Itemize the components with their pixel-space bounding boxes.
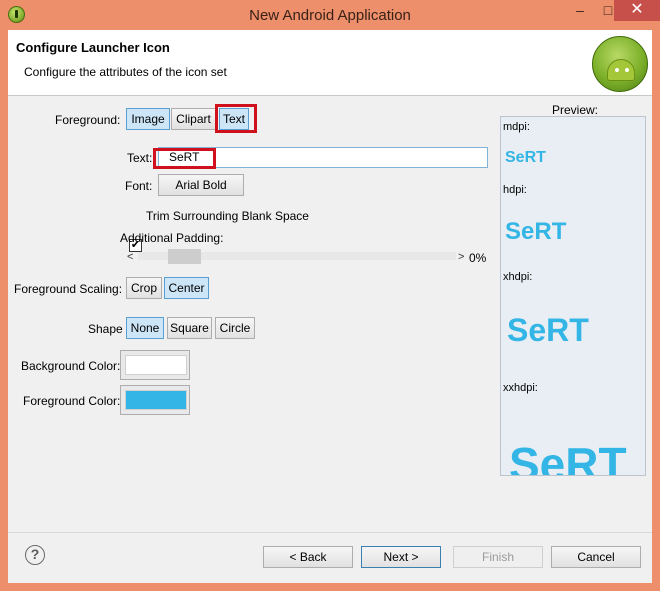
- scaling-center-button[interactable]: Center: [164, 277, 209, 299]
- preview-xhdpi-label: xhdpi:: [503, 271, 533, 283]
- foreground-image-button[interactable]: Image: [126, 108, 170, 130]
- android-eye-icon: [615, 68, 619, 72]
- preview-label: Preview:: [552, 103, 599, 117]
- font-button[interactable]: Arial Bold: [158, 174, 244, 196]
- footer-divider: [8, 532, 652, 533]
- shape-circle-button[interactable]: Circle: [215, 317, 255, 339]
- slider-left-arrow-icon[interactable]: <: [127, 251, 133, 263]
- next-button[interactable]: Next >: [361, 546, 441, 568]
- dialog-client-area: Configure Launcher Icon Configure the at…: [8, 30, 652, 583]
- background-color-swatch: [125, 355, 187, 375]
- preview-xxhdpi-text: SeRT: [509, 438, 627, 476]
- help-icon[interactable]: ?: [25, 545, 45, 565]
- scaling-label: Foreground Scaling:: [14, 282, 123, 296]
- background-color-button[interactable]: [120, 350, 190, 380]
- android-eye-icon: [625, 68, 629, 72]
- preview-xxhdpi-label: xxhdpi:: [503, 382, 538, 394]
- preview-xhdpi-text: SeRT: [507, 312, 589, 348]
- cancel-button[interactable]: Cancel: [551, 546, 641, 568]
- back-button[interactable]: < Back: [263, 546, 353, 568]
- trim-label: Trim Surrounding Blank Space: [146, 209, 309, 223]
- close-button[interactable]: ✕: [614, 0, 660, 21]
- highlight-box: [215, 104, 257, 133]
- foreground-color-swatch: [125, 390, 187, 410]
- page-title: Configure Launcher Icon: [16, 40, 170, 55]
- highlight-box: [153, 148, 216, 169]
- foreground-color-label: Foreground Color:: [23, 394, 121, 408]
- preview-mdpi-label: mdpi:: [503, 121, 530, 133]
- scaling-crop-button[interactable]: Crop: [126, 277, 162, 299]
- foreground-clipart-button[interactable]: Clipart: [171, 108, 216, 130]
- foreground-label: Foreground:: [55, 113, 121, 127]
- shape-square-button[interactable]: Square: [167, 317, 212, 339]
- finish-button: Finish: [453, 546, 543, 568]
- wizard-header: Configure Launcher Icon Configure the at…: [8, 30, 652, 96]
- shape-label: Shape: [88, 322, 123, 336]
- padding-label: Additional Padding:: [120, 231, 224, 245]
- foreground-color-button[interactable]: [120, 385, 190, 415]
- slider-right-arrow-icon[interactable]: >: [458, 251, 464, 263]
- title-bar[interactable]: New Android Application – □ ✕: [0, 0, 660, 30]
- dialog-window: New Android Application – □ ✕ Configure …: [0, 0, 660, 591]
- background-color-label: Background Color:: [21, 359, 121, 373]
- padding-value: 0%: [469, 251, 487, 265]
- font-label: Font:: [125, 179, 153, 193]
- window-title: New Android Application: [249, 7, 411, 24]
- android-logo-icon: [592, 36, 648, 92]
- text-label: Text:: [127, 151, 153, 165]
- preview-hdpi-text: SeRT: [505, 218, 567, 245]
- preview-mdpi-text: SeRT: [505, 149, 546, 166]
- minimize-button[interactable]: –: [566, 0, 594, 21]
- shape-none-button[interactable]: None: [126, 317, 164, 339]
- page-subtitle: Configure the attributes of the icon set: [24, 65, 227, 79]
- preview-panel: mdpi: SeRT hdpi: SeRT xhdpi: SeRT xxhdpi…: [500, 116, 646, 476]
- android-head-icon: [607, 59, 635, 81]
- preview-hdpi-label: hdpi:: [503, 184, 527, 196]
- padding-slider-thumb[interactable]: [168, 249, 201, 264]
